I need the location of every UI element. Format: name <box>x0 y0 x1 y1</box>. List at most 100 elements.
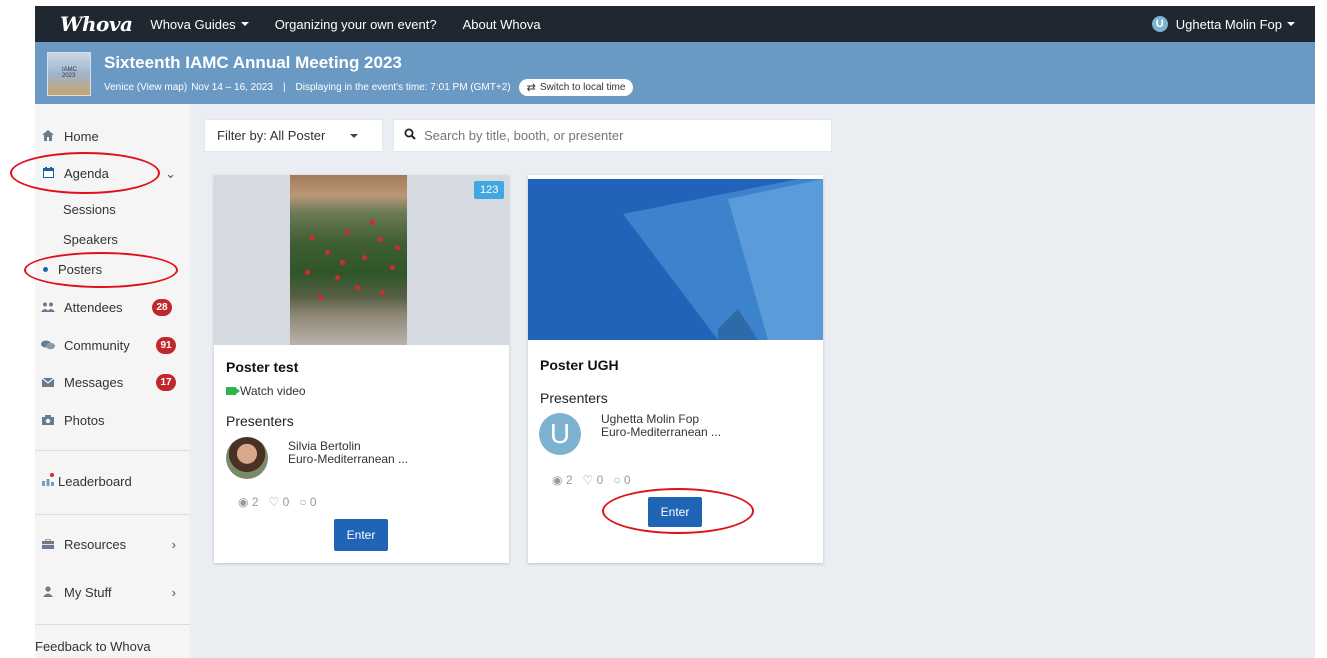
people-icon <box>41 301 55 315</box>
user-name: Ughetta Molin Fop <box>1175 16 1282 32</box>
poster-stats: ◉ 2 ♡ 0 ○ 0 <box>238 495 317 509</box>
presenter-info[interactable]: Silvia Bertolin Euro-Mediterranean ... <box>288 440 408 466</box>
caret-down-icon <box>350 134 358 138</box>
search-input[interactable] <box>424 128 824 143</box>
briefcase-icon <box>41 538 55 552</box>
sidebar-item-sessions[interactable]: Sessions <box>63 202 116 217</box>
comments-count: 0 <box>623 473 631 487</box>
leaderboard-icon <box>41 473 55 490</box>
sidebar-divider <box>35 450 190 451</box>
presenter-avatar[interactable]: U <box>539 413 581 455</box>
sidebar-divider <box>35 624 190 625</box>
calendar-icon <box>41 166 55 181</box>
views-stat: ◉ 2 <box>238 495 259 509</box>
event-time-info: Displaying in the event's time: 7:01 PM … <box>295 82 511 93</box>
eye-icon: ◉ <box>552 473 563 487</box>
home-icon <box>41 129 55 144</box>
comment-icon: ○ <box>613 473 621 487</box>
likes-stat[interactable]: ♡ 0 <box>269 495 290 509</box>
sidebar-item-photos[interactable]: Photos <box>35 413 190 428</box>
caret-down-icon <box>1287 22 1295 26</box>
watch-video-link[interactable]: Watch video <box>226 384 306 398</box>
sidebar: Home Agenda ⌄ Sessions Speakers Posters … <box>35 104 190 658</box>
comments-stat[interactable]: ○ 0 <box>299 495 316 509</box>
event-thumbnail: IAMC 2023 <box>47 52 91 96</box>
community-count-badge: 91 <box>156 337 176 354</box>
presenter-info[interactable]: Ughetta Molin Fop Euro-Mediterranean ... <box>601 413 721 439</box>
chat-bubbles-icon <box>41 339 55 353</box>
sidebar-item-label: Agenda <box>64 166 109 181</box>
event-location[interactable]: Venice (View map) <box>104 82 187 93</box>
sidebar-item-label: Leaderboard <box>58 474 132 489</box>
poster-number-badge: 123 <box>474 181 505 199</box>
comments-count: 0 <box>309 495 317 509</box>
poster-card[interactable]: 123 Poster test Watch video Presenters S… <box>214 175 509 563</box>
event-title: Sixteenth IAMC Annual Meeting 2023 <box>104 53 402 72</box>
comments-stat[interactable]: ○ 0 <box>613 473 630 487</box>
presenter-org: Euro-Mediterranean ... <box>288 452 409 466</box>
caret-down-icon <box>240 22 249 26</box>
views-count: 2 <box>565 473 573 487</box>
whova-logo[interactable]: Whova <box>60 12 133 36</box>
event-dates: Nov 14 – 16, 2023 <box>191 82 273 93</box>
nav-whova-guides-label: Whova Guides <box>150 16 236 32</box>
sidebar-item-label: My Stuff <box>64 585 112 600</box>
enter-button[interactable]: Enter <box>648 497 702 527</box>
views-stat: ◉ 2 <box>552 473 573 487</box>
person-icon <box>41 585 55 600</box>
search-icon <box>404 128 416 143</box>
watch-video-label: Watch video <box>240 384 306 398</box>
sidebar-item-label: Photos <box>64 413 105 428</box>
event-banner: IAMC 2023 Sixteenth IAMC Annual Meeting … <box>35 42 1315 104</box>
likes-stat[interactable]: ♡ 0 <box>583 473 604 487</box>
switch-local-time-button[interactable]: ⇄ Switch to local time <box>518 79 634 96</box>
sidebar-item-leaderboard[interactable]: Leaderboard <box>35 473 190 490</box>
poster-title[interactable]: Poster test <box>226 359 298 375</box>
event-meta: Venice (View map) Nov 14 – 16, 2023 | Di… <box>104 79 634 96</box>
presenters-heading: Presenters <box>540 390 608 406</box>
user-avatar: U <box>1151 16 1168 32</box>
chevron-down-icon: ⌄ <box>165 165 176 181</box>
poster-card[interactable]: Poster UGH Presenters U Ughetta Molin Fo… <box>528 175 823 563</box>
messages-count-badge: 17 <box>156 374 176 391</box>
nav-about-whova[interactable]: About Whova <box>463 17 541 32</box>
sidebar-item-speakers[interactable]: Speakers <box>63 232 118 247</box>
sidebar-item-label: Community <box>64 338 130 353</box>
nav-organizing-event[interactable]: Organizing your own event? <box>275 17 437 32</box>
poster-filter-dropdown[interactable]: Filter by: All Poster <box>204 119 383 152</box>
sidebar-item-home[interactable]: Home <box>35 129 190 144</box>
switch-local-time-label: Switch to local time <box>539 82 626 93</box>
chevron-right-icon: › <box>171 585 176 600</box>
poster-title[interactable]: Poster UGH <box>540 357 619 373</box>
enter-button[interactable]: Enter <box>334 519 388 551</box>
feedback-link[interactable]: Feedback to Whova <box>35 639 151 654</box>
sidebar-item-agenda[interactable]: Agenda ⌄ <box>35 166 190 181</box>
poster-photo <box>290 175 407 345</box>
poster-thumbnail[interactable] <box>528 179 823 340</box>
eye-icon: ◉ <box>238 495 249 509</box>
meta-separator: | <box>282 82 286 93</box>
poster-thumbnail[interactable]: 123 <box>214 175 509 345</box>
sidebar-item-label: Home <box>64 129 99 144</box>
sidebar-item-posters[interactable]: Posters <box>43 262 102 277</box>
sidebar-item-label: Messages <box>64 375 124 390</box>
comment-icon: ○ <box>299 495 307 509</box>
video-camera-icon <box>226 387 236 395</box>
heart-icon: ♡ <box>582 473 594 487</box>
poster-filter-label: Filter by: All Poster <box>217 128 326 143</box>
nav-whova-guides[interactable]: Whova Guides <box>150 16 249 32</box>
sidebar-item-label: Resources <box>64 537 127 552</box>
presenter-avatar[interactable] <box>226 437 268 479</box>
envelope-icon <box>41 376 55 390</box>
presenters-heading: Presenters <box>226 413 294 429</box>
presenter-org: Euro-Mediterranean ... <box>601 425 722 439</box>
active-dot-icon <box>43 267 48 272</box>
camera-icon <box>41 414 55 428</box>
sidebar-item-my-stuff[interactable]: My Stuff › <box>35 585 190 600</box>
views-count: 2 <box>251 495 259 509</box>
top-nav: Whova Whova Guides Organizing your own e… <box>35 6 1315 42</box>
likes-count: 0 <box>596 473 604 487</box>
sidebar-item-resources[interactable]: Resources › <box>35 537 190 552</box>
heart-icon: ♡ <box>268 495 280 509</box>
user-menu[interactable]: U Ughetta Molin Fop <box>1151 6 1295 42</box>
